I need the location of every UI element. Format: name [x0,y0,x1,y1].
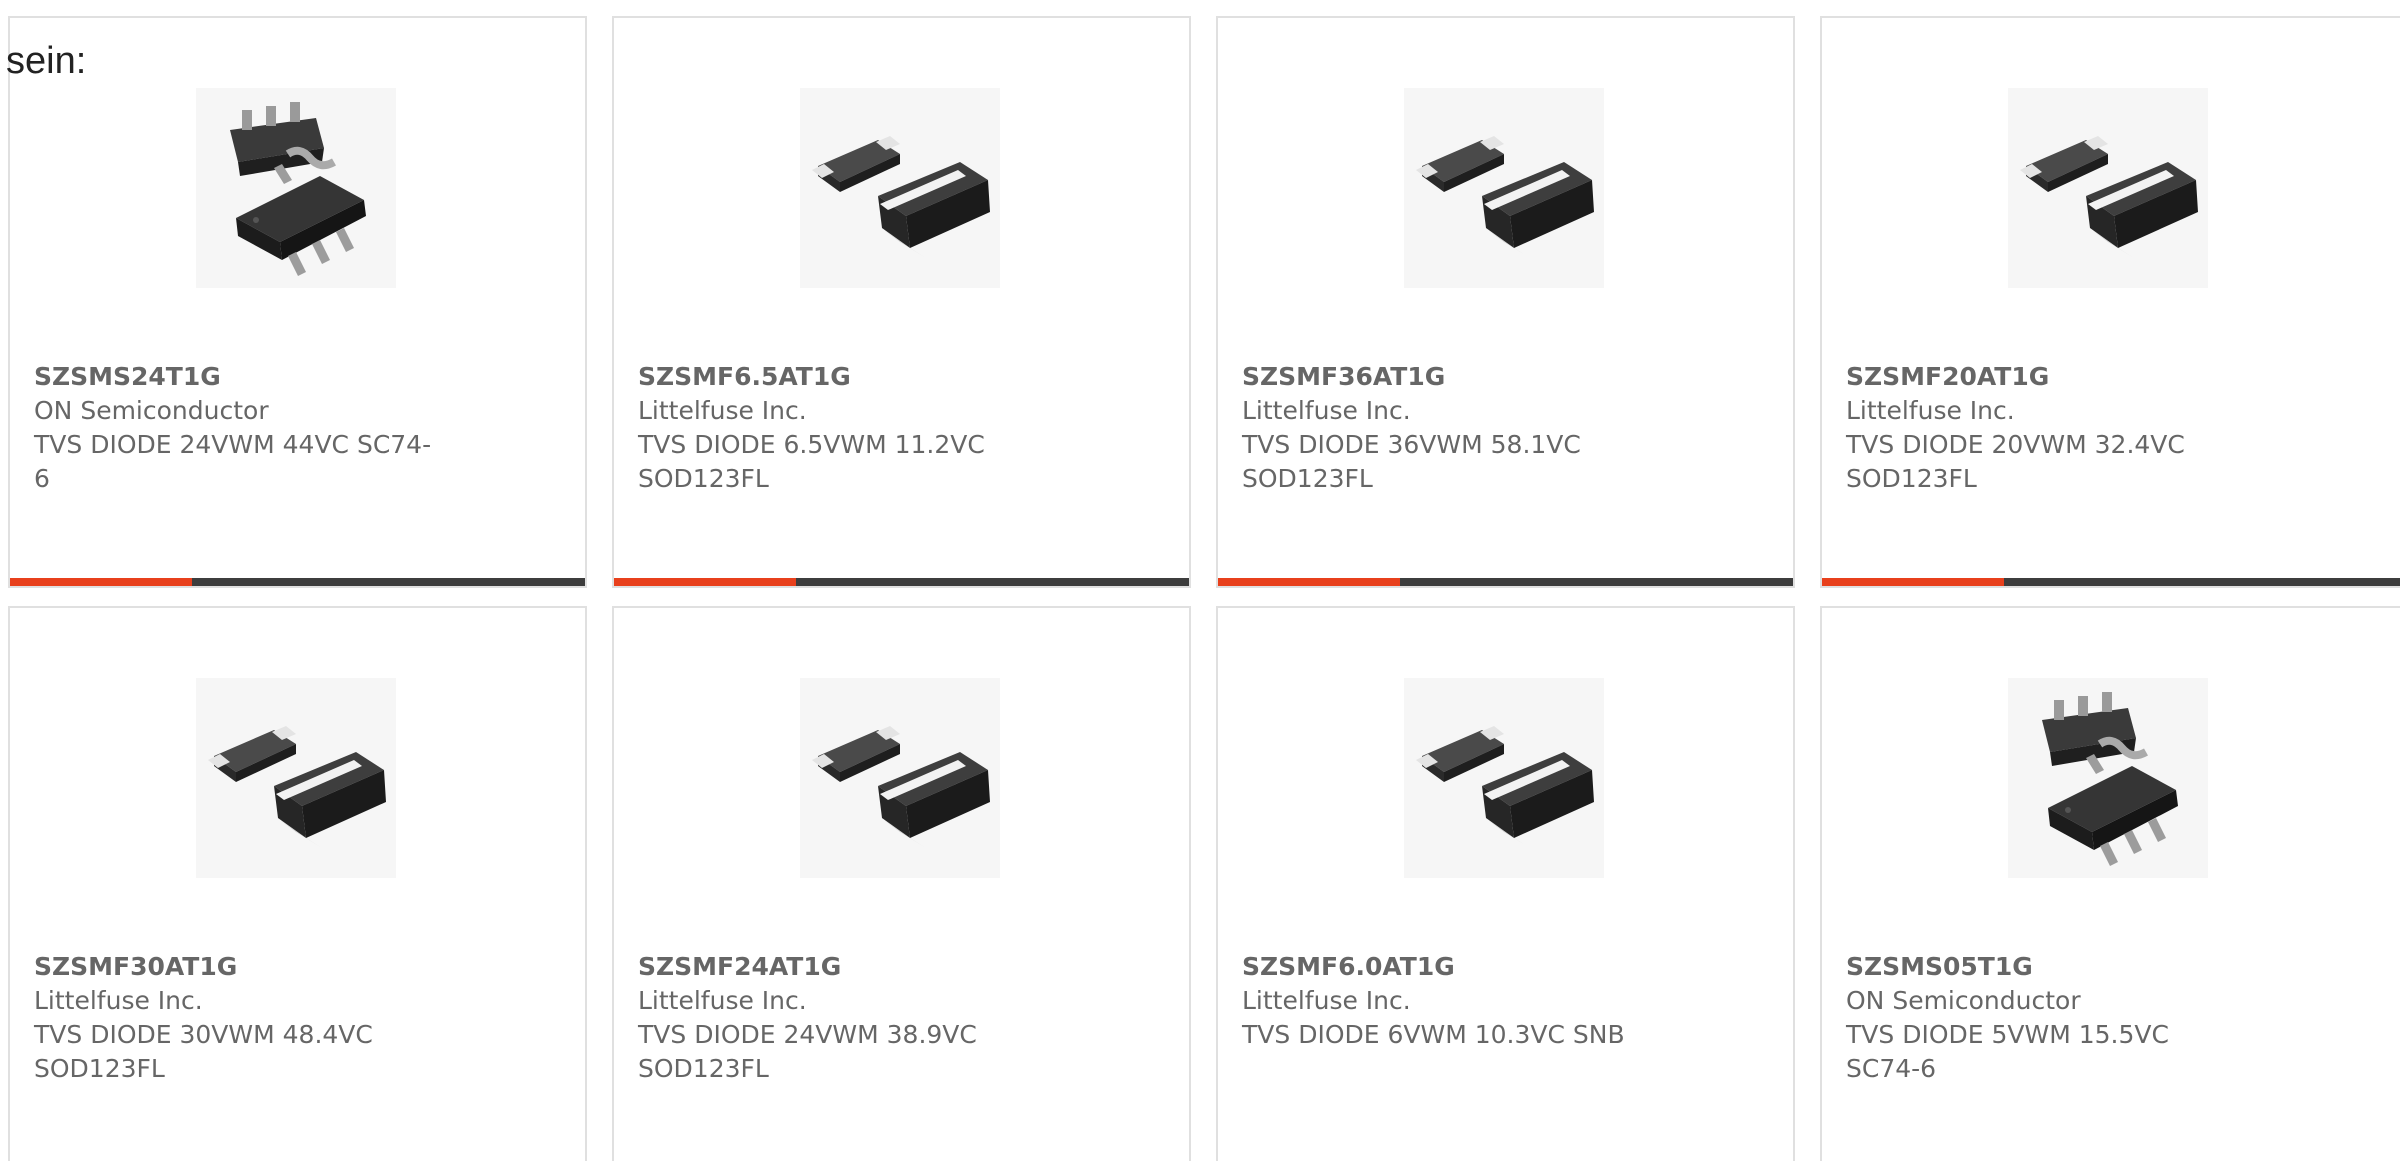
product-info: SZSMF30AT1G Littelfuse Inc. TVS DIODE 30… [34,950,561,1086]
manufacturer: Littelfuse Inc. [34,986,203,1015]
part-number-link[interactable]: SZSMS05T1G [1846,950,2384,984]
card-footer-bar [614,578,1189,586]
product-image[interactable] [1404,678,1604,878]
product-description: TVS DIODE 24VWM 44VC SC74-6 [34,430,432,493]
product-image[interactable] [196,678,396,878]
card-accent-bar [1218,578,1400,586]
part-number-link[interactable]: SZSMS24T1G [34,360,561,394]
product-info: SZSMS05T1G ON Semiconductor TVS DIODE 5V… [1846,950,2384,1086]
intro-text: sein: [6,40,87,82]
sc74-6-package-image [196,88,396,288]
manufacturer: ON Semiconductor [1846,986,2081,1015]
part-number-link[interactable]: SZSMF36AT1G [1242,360,1769,394]
product-card[interactable]: SZSMF6.0AT1G Littelfuse Inc. TVS DIODE 6… [1216,606,1795,1161]
product-card[interactable]: SZSMS24T1G ON Semiconductor TVS DIODE 24… [8,16,587,588]
product-info: SZSMF6.0AT1G Littelfuse Inc. TVS DIODE 6… [1242,950,1769,1052]
product-description: TVS DIODE 20VWM 32.4VC SOD123FL [1846,430,2185,493]
product-image[interactable] [800,678,1000,878]
sod123fl-package-image [1416,726,1594,848]
part-number-link[interactable]: SZSMF6.0AT1G [1242,950,1769,984]
product-description: TVS DIODE 6.5VWM 11.2VC SOD123FL [638,430,985,493]
manufacturer: Littelfuse Inc. [1242,396,1411,425]
product-image[interactable] [2008,88,2208,288]
product-card[interactable]: SZSMF6.5AT1G Littelfuse Inc. TVS DIODE 6… [612,16,1191,588]
card-footer-bar [1218,578,1793,586]
part-number-link[interactable]: SZSMF30AT1G [34,950,561,984]
sod123fl-package-image [812,136,990,258]
card-accent-bar [10,578,192,586]
product-image[interactable] [800,88,1000,288]
manufacturer: Littelfuse Inc. [638,986,807,1015]
manufacturer: Littelfuse Inc. [1242,986,1411,1015]
manufacturer: Littelfuse Inc. [638,396,807,425]
product-description: TVS DIODE 6VWM 10.3VC SNB [1242,1020,1625,1049]
sod123fl-package-image [208,726,386,848]
card-accent-bar [1822,578,2004,586]
product-card[interactable]: SZSMS05T1G ON Semiconductor TVS DIODE 5V… [1820,606,2400,1161]
product-grid-page: sein: SZSMS24T1G ON Semiconductor TVS DI… [0,0,2400,1161]
product-card[interactable]: SZSMF36AT1G Littelfuse Inc. TVS DIODE 36… [1216,16,1795,588]
manufacturer: ON Semiconductor [34,396,269,425]
product-info: SZSMF36AT1G Littelfuse Inc. TVS DIODE 36… [1242,360,1769,496]
product-info: SZSMF6.5AT1G Littelfuse Inc. TVS DIODE 6… [638,360,1165,496]
product-card[interactable]: SZSMF24AT1G Littelfuse Inc. TVS DIODE 24… [612,606,1191,1161]
sod123fl-package-image [2020,136,2198,258]
manufacturer: Littelfuse Inc. [1846,396,2015,425]
product-image[interactable] [196,88,396,288]
part-number-link[interactable]: SZSMF6.5AT1G [638,360,1165,394]
product-description: TVS DIODE 5VWM 15.5VC SC74-6 [1846,1020,2169,1083]
product-info: SZSMF20AT1G Littelfuse Inc. TVS DIODE 20… [1846,360,2384,496]
sod123fl-package-image [812,726,990,848]
product-card[interactable]: SZSMF20AT1G Littelfuse Inc. TVS DIODE 20… [1820,16,2400,588]
product-description: TVS DIODE 30VWM 48.4VC SOD123FL [34,1020,373,1083]
part-number-link[interactable]: SZSMF24AT1G [638,950,1165,984]
card-accent-bar [614,578,796,586]
card-footer-bar [10,578,585,586]
card-footer-bar [1822,578,2400,586]
product-info: SZSMS24T1G ON Semiconductor TVS DIODE 24… [34,360,561,496]
product-info: SZSMF24AT1G Littelfuse Inc. TVS DIODE 24… [638,950,1165,1086]
product-image[interactable] [1404,88,1604,288]
product-card[interactable]: SZSMF30AT1G Littelfuse Inc. TVS DIODE 30… [8,606,587,1161]
product-description: TVS DIODE 36VWM 58.1VC SOD123FL [1242,430,1581,493]
sc74-6-package-image [2008,678,2208,878]
product-description: TVS DIODE 24VWM 38.9VC SOD123FL [638,1020,977,1083]
part-number-link[interactable]: SZSMF20AT1G [1846,360,2384,394]
sod123fl-package-image [1416,136,1594,258]
product-image[interactable] [2008,678,2208,878]
